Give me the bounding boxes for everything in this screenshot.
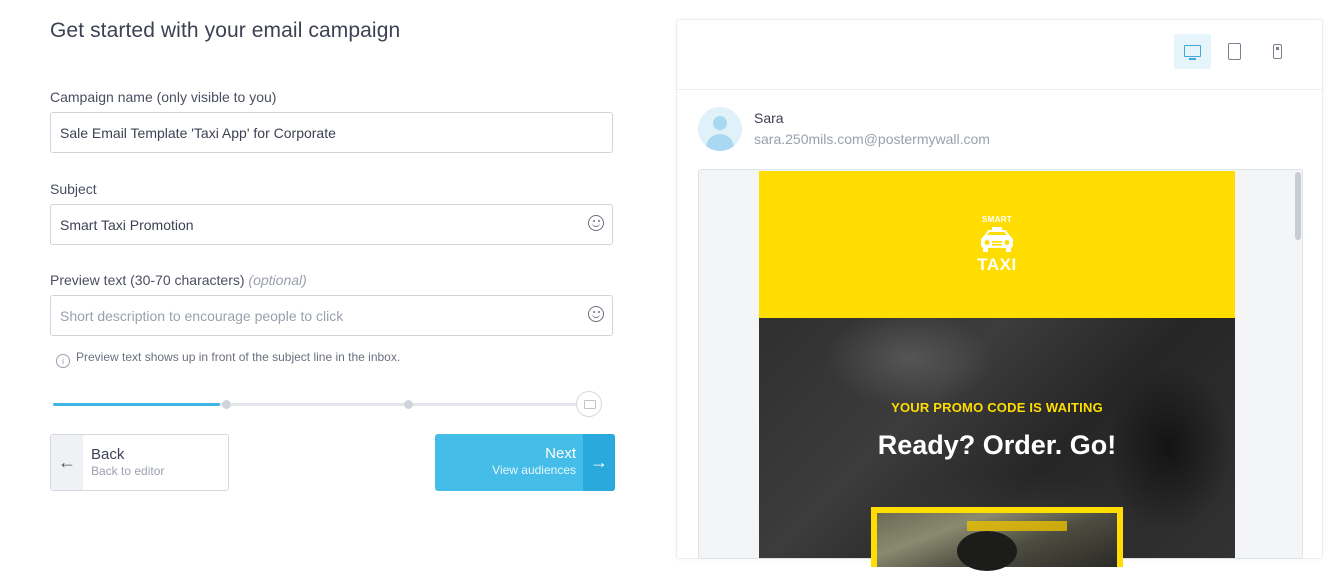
campaign-name-field[interactable]: Sale Email Template 'Taxi App' for Corpo… [50, 112, 613, 153]
next-button[interactable]: Next View audiences → [435, 434, 615, 491]
progress-fill [53, 403, 220, 406]
mobile-preview-button[interactable] [1259, 34, 1296, 69]
campaign-name-value: Sale Email Template 'Taxi App' for Corpo… [60, 125, 336, 141]
preview-text-field[interactable]: Short description to encourage people to… [50, 295, 613, 336]
logo-smart-text: SMART [982, 215, 1012, 224]
desktop-icon [1184, 45, 1201, 57]
sender-email: sara.250mils.com@postermywall.com [754, 131, 990, 147]
info-icon: i [56, 354, 70, 368]
progress-step-dot [404, 400, 413, 409]
logo-taxi-text: TAXI [977, 255, 1017, 274]
tablet-preview-button[interactable] [1216, 34, 1253, 69]
campaign-name-label: Campaign name (only visible to you) [50, 89, 277, 105]
preview-text-label-main: Preview text (30-70 characters) [50, 272, 245, 288]
emoji-picker-icon[interactable] [588, 215, 604, 231]
sender-avatar [698, 107, 742, 151]
back-button-label: Back [91, 446, 125, 463]
taxi-car-icon [981, 227, 1013, 252]
arrow-right-icon: → [583, 434, 615, 491]
taxi-photo [871, 507, 1123, 571]
progress-step-send [576, 391, 602, 417]
subject-label: Subject [50, 181, 97, 197]
email-hero-section: YOUR PROMO CODE IS WAITING Ready? Order.… [759, 318, 1235, 571]
promo-text: YOUR PROMO CODE IS WAITING [891, 400, 1103, 415]
preview-text-label: Preview text (30-70 characters) (optiona… [50, 272, 307, 288]
back-button-sublabel: Back to editor [91, 464, 165, 478]
subject-field[interactable]: Smart Taxi Promotion [50, 204, 613, 245]
progress-step-dot [222, 400, 231, 409]
preview-text-hint-text: Preview text shows up in front of the su… [76, 350, 401, 364]
preview-text-placeholder: Short description to encourage people to… [60, 308, 344, 324]
email-preview-scrollbar[interactable] [1295, 172, 1301, 240]
tablet-icon [1228, 43, 1241, 60]
back-button[interactable]: ← Back Back to editor [50, 434, 229, 491]
next-button-sublabel: View audiences [492, 463, 576, 477]
emoji-picker-icon[interactable] [588, 306, 604, 322]
preview-text-hint: i Preview text shows up in front of the s… [56, 350, 400, 368]
envelope-icon [584, 400, 596, 409]
email-headline: Ready? Order. Go! [877, 430, 1117, 460]
email-header-banner: SMART TAXI [759, 171, 1235, 318]
mobile-icon [1273, 44, 1282, 59]
optional-tag: (optional) [248, 272, 307, 288]
subject-value: Smart Taxi Promotion [60, 217, 194, 233]
next-button-label: Next [545, 445, 576, 462]
sender-name: Sara [754, 110, 784, 126]
panel-divider [676, 89, 1323, 90]
arrow-left-icon: ← [51, 435, 83, 490]
page-title: Get started with your email campaign [50, 19, 401, 42]
desktop-preview-button[interactable] [1174, 34, 1211, 69]
